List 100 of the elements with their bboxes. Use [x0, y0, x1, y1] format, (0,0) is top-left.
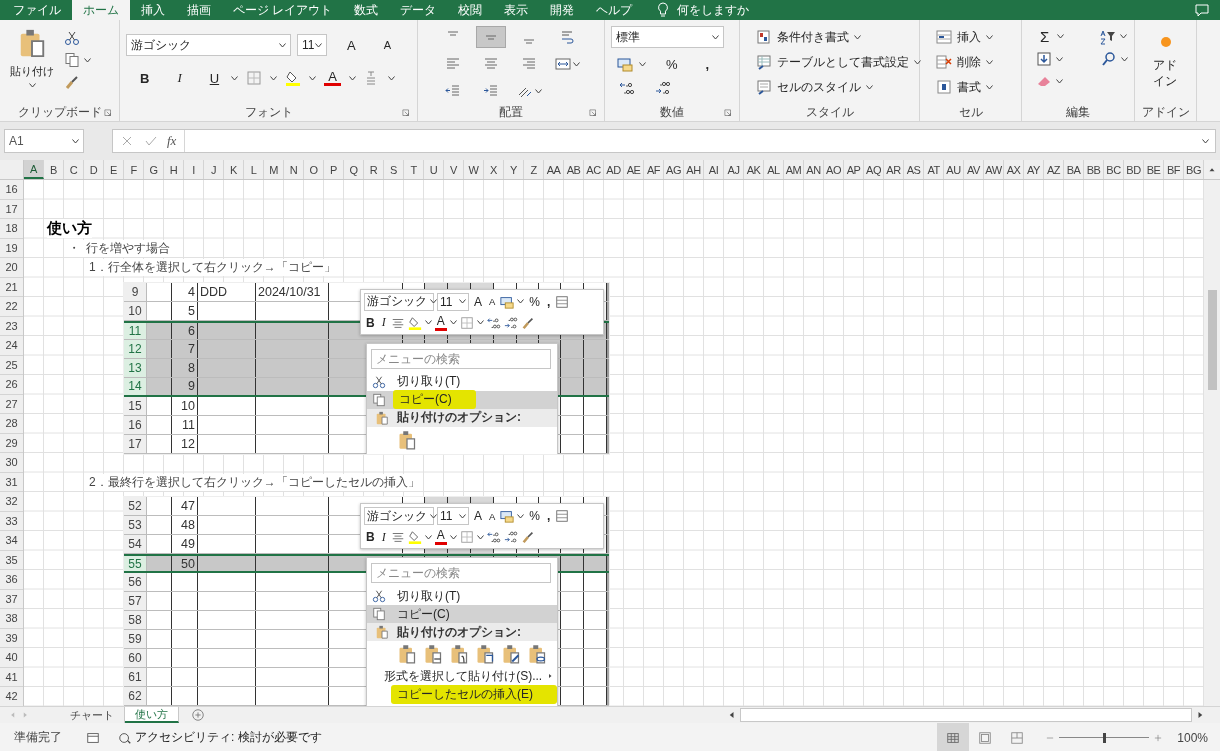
bold-button[interactable]: B	[364, 530, 377, 544]
ribbon-tab[interactable]: 表示	[493, 0, 540, 20]
grow-font-button[interactable]: A	[472, 509, 484, 523]
comma-button[interactable]: ,	[545, 294, 553, 309]
grow-font-button[interactable]: A	[472, 294, 484, 309]
column-header[interactable]: O	[304, 160, 324, 179]
column-header[interactable]: X	[484, 160, 504, 179]
bold-button[interactable]: B	[364, 315, 377, 330]
font-size-dropdown[interactable]: 11	[437, 292, 469, 311]
column-header[interactable]: V	[444, 160, 464, 179]
column-header[interactable]: AY	[1024, 160, 1044, 179]
row-header[interactable]: 18	[0, 219, 23, 239]
column-header[interactable]: AT	[924, 160, 944, 179]
ribbon-tab[interactable]: ホーム	[72, 0, 130, 20]
caret-icon[interactable]	[866, 84, 873, 90]
increase-decimal-icon[interactable]	[486, 315, 501, 330]
row-header[interactable]: 32	[0, 492, 23, 512]
dialog-launcher-icon[interactable]	[588, 107, 598, 118]
column-header[interactable]: AE	[624, 160, 644, 179]
format-painter-icon[interactable]	[520, 315, 535, 330]
clipboard-icon[interactable]	[475, 644, 495, 664]
clipboard-icon[interactable]	[397, 429, 417, 450]
column-header[interactable]: AK	[744, 160, 764, 179]
caret-icon[interactable]	[459, 513, 466, 519]
row-header[interactable]: 20	[0, 258, 23, 278]
shrink-font-button[interactable]: A	[487, 510, 498, 522]
fill-down-icon[interactable]	[1036, 51, 1052, 67]
style-menu-button[interactable]: テーブルとして書式設定	[756, 51, 913, 73]
ribbon-tab[interactable]: 描画	[176, 0, 222, 20]
format-painter-icon[interactable]	[64, 74, 80, 90]
caret-icon[interactable]	[712, 34, 719, 40]
column-header[interactable]: L	[244, 160, 264, 179]
caret-icon[interactable]	[449, 534, 457, 540]
column-header[interactable]: M	[264, 160, 284, 179]
column-header[interactable]: BC	[1104, 160, 1124, 179]
scissors-icon[interactable]	[64, 30, 80, 46]
column-header[interactable]: AU	[944, 160, 964, 179]
caret-icon[interactable]	[1121, 56, 1128, 62]
shrink-font-button[interactable]: A	[487, 296, 498, 307]
caret-icon[interactable]	[315, 42, 322, 48]
shrink-font-button[interactable]: A	[379, 39, 395, 51]
column-header[interactable]: AB	[564, 160, 584, 179]
caret-icon[interactable]	[1202, 138, 1209, 144]
column-header[interactable]: J	[204, 160, 224, 179]
column-header[interactable]: Q	[344, 160, 364, 179]
column-header[interactable]: AP	[844, 160, 864, 179]
column-header[interactable]: AV	[964, 160, 984, 179]
clipboard-icon[interactable]	[397, 644, 417, 664]
caret-icon[interactable]	[231, 75, 239, 81]
comma-button[interactable]: ,	[545, 509, 553, 523]
autosum-button[interactable]: Σ	[1036, 28, 1054, 45]
style-menu-button[interactable]: セルのスタイル	[756, 76, 913, 98]
caret-icon[interactable]	[270, 75, 278, 81]
font-size-dropdown[interactable]: 11	[437, 507, 469, 525]
column-header[interactable]: AX	[1004, 160, 1024, 179]
caret-icon[interactable]	[430, 513, 437, 519]
column-header[interactable]: G	[144, 160, 164, 179]
row-header[interactable]: 36	[0, 570, 23, 590]
italic-button[interactable]: I	[173, 70, 186, 86]
insert-function-button[interactable]: fx	[167, 133, 177, 149]
ribbon-tab[interactable]: データ	[389, 0, 448, 20]
bold-button[interactable]: B	[136, 70, 154, 86]
ribbon-tab[interactable]: ページ レイアウト	[222, 0, 344, 20]
column-header[interactable]: H	[164, 160, 184, 179]
column-header[interactable]: BA	[1064, 160, 1084, 179]
decrease-decimal-icon[interactable]	[655, 80, 671, 96]
caret-icon[interactable]	[986, 59, 993, 65]
cells-menu-button[interactable]: 削除	[936, 51, 1015, 73]
caret-icon[interactable]	[517, 299, 525, 304]
column-header[interactable]: I	[184, 160, 204, 179]
column-header[interactable]: AS	[904, 160, 924, 179]
row-header[interactable]: 31	[0, 472, 23, 492]
column-header[interactable]: AH	[684, 160, 704, 179]
decrease-decimal-icon[interactable]	[503, 315, 518, 330]
horizontal-scrollbar[interactable]	[740, 708, 1192, 722]
ribbon-tab[interactable]: 数式	[343, 0, 390, 20]
row-header[interactable]: 40	[0, 648, 23, 668]
currency-icon[interactable]	[617, 56, 633, 72]
zoom-slider-thumb[interactable]	[1103, 732, 1107, 743]
paste-button[interactable]: 貼り付け	[6, 26, 58, 104]
formula-bar[interactable]: fx	[112, 129, 1216, 153]
accessibility-status[interactable]: アクセシビリティ: 検討が必要です	[135, 729, 322, 746]
row-header[interactable]: 29	[0, 433, 23, 453]
font-color-button[interactable]: A	[434, 529, 447, 545]
caret-icon[interactable]	[476, 320, 484, 325]
column-header[interactable]: AQ	[864, 160, 884, 179]
row-header[interactable]: 30	[0, 453, 23, 473]
column-header[interactable]: BE	[1144, 160, 1164, 179]
decrease-decimal-icon[interactable]	[503, 530, 518, 544]
sheet-tab[interactable]: 使い方	[125, 707, 179, 723]
cells-menu-button[interactable]: 挿入	[936, 26, 1015, 48]
table-icon[interactable]	[555, 509, 570, 523]
clipboard-icon[interactable]	[527, 644, 547, 664]
format-painter-icon[interactable]	[520, 530, 535, 544]
caret-icon[interactable]	[348, 75, 356, 81]
column-header[interactable]: A	[24, 160, 44, 179]
column-header[interactable]: AA	[544, 160, 564, 179]
grow-font-button[interactable]: A	[343, 37, 360, 53]
font-name-dropdown[interactable]: 游ゴシック	[364, 507, 434, 525]
column-header[interactable]: BF	[1164, 160, 1184, 179]
